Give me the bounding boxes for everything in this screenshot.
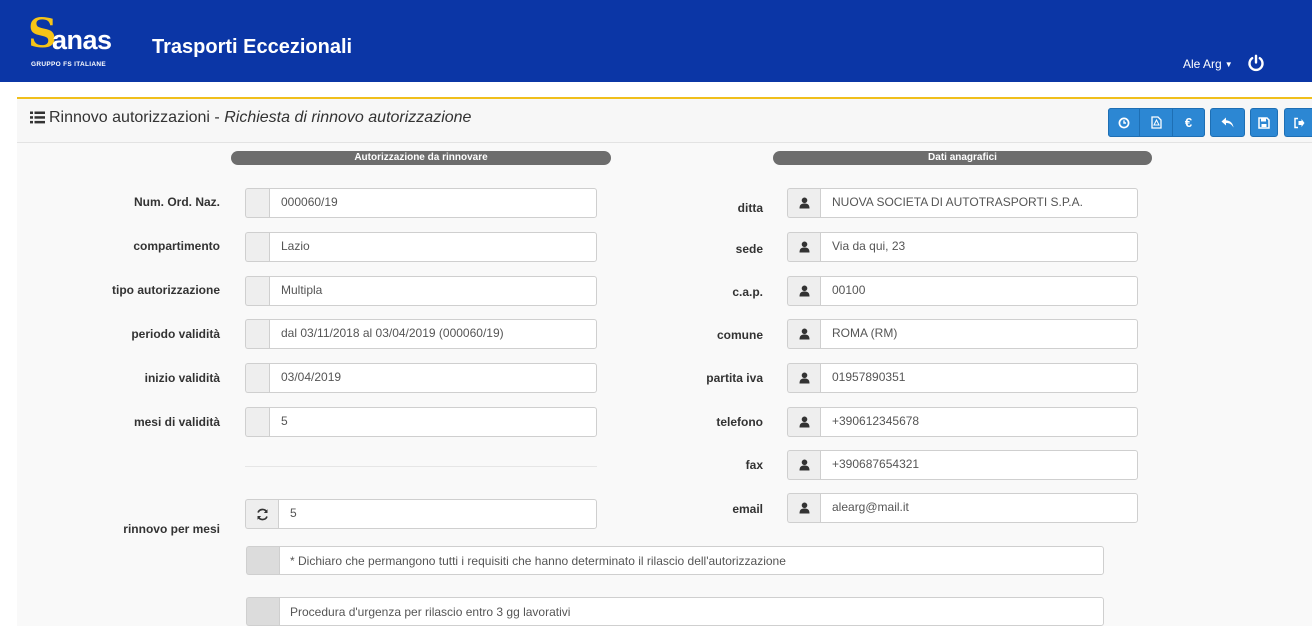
requirements-checkbox[interactable]	[246, 546, 279, 575]
power-icon[interactable]	[1247, 54, 1265, 72]
user-icon	[799, 372, 809, 384]
label-sede: sede	[735, 242, 763, 256]
field-addon	[245, 276, 269, 306]
pdf-button[interactable]	[1140, 108, 1172, 137]
field-addon	[245, 232, 269, 262]
page-subtitle: Richiesta di rinnovo autorizzazione	[224, 109, 472, 126]
ditta-field[interactable]: NUOVA SOCIETA DI AUTOTRASPORTI S.P.A.	[820, 188, 1138, 218]
fax-field[interactable]: +390687654321	[820, 450, 1138, 480]
anas-logo-subtitle: GRUPPO FS ITALIANE	[31, 61, 106, 68]
save-button[interactable]	[1250, 108, 1278, 137]
refresh-icon	[256, 508, 268, 520]
clock-icon	[1118, 117, 1130, 128]
user-icon	[799, 197, 809, 209]
label-mesi-validita: mesi di validità	[133, 415, 220, 429]
sign-out-icon	[1293, 117, 1304, 128]
user-addon	[787, 276, 820, 306]
reply-icon	[1221, 117, 1234, 128]
user-addon	[787, 493, 820, 523]
back-button[interactable]	[1210, 108, 1245, 137]
email-field[interactable]: alearg@mail.it	[820, 493, 1138, 523]
list-icon	[30, 111, 45, 124]
user-addon	[787, 450, 820, 480]
requirements-declaration: * Dichiaro che permangono tutti i requis…	[279, 546, 1104, 575]
user-icon	[799, 285, 809, 297]
divider	[245, 466, 597, 467]
logout-button[interactable]	[1284, 108, 1312, 137]
inizio-validita-field[interactable]: 03/04/2019	[269, 363, 597, 393]
partita-iva-field[interactable]: 01957890351	[820, 363, 1138, 393]
tipo-autorizzazione-field[interactable]: Multipla	[269, 276, 597, 306]
label-tipo-autorizzazione: tipo autorizzazione	[112, 283, 220, 297]
label-comune: comune	[716, 328, 763, 342]
label-cap: c.a.p.	[732, 285, 763, 299]
comune-field[interactable]: ROMA (RM)	[820, 319, 1138, 349]
label-num-ord-naz: Num. Ord. Naz.	[133, 195, 220, 209]
label-email: email	[732, 502, 763, 516]
periodo-validita-field[interactable]: dal 03/11/2018 al 03/04/2019 (000060/19)	[269, 319, 597, 349]
user-addon	[787, 232, 820, 262]
user-addon	[787, 363, 820, 393]
label-ditta: ditta	[737, 201, 763, 215]
user-addon	[787, 407, 820, 437]
mesi-validita-field[interactable]: 5	[269, 407, 597, 437]
anas-logo[interactable]: S anas GRUPPO FS ITALIANE	[28, 12, 128, 72]
sede-field[interactable]: Via da qui, 23	[820, 232, 1138, 262]
title-separator: -	[209, 109, 225, 126]
label-inizio-validita: inizio validità	[144, 371, 220, 385]
payment-button[interactable]: €	[1172, 108, 1205, 137]
user-icon	[799, 328, 809, 340]
user-icon	[799, 416, 809, 428]
caret-down-icon: ▼	[1224, 60, 1233, 69]
label-rinnovo-per-mesi: rinnovo per mesi	[123, 522, 220, 536]
app-title: Trasporti Eccezionali	[152, 36, 353, 58]
page-title: Rinnovo autorizzazioni - Richiesta di ri…	[30, 109, 471, 127]
urgent-procedure-checkbox[interactable]	[246, 597, 279, 626]
label-fax: fax	[745, 458, 763, 472]
refresh-addon[interactable]	[245, 499, 278, 529]
euro-icon: €	[1184, 115, 1193, 130]
urgent-procedure-label: Procedura d'urgenza per rilascio entro 3…	[279, 597, 1104, 626]
user-addon	[787, 319, 820, 349]
section-title-authorization: Autorizzazione da rinnovare	[231, 151, 611, 165]
section-title-personal-data: Dati anagrafici	[773, 151, 1152, 165]
label-periodo-validita: periodo validità	[131, 327, 220, 341]
telefono-field[interactable]: +390612345678	[820, 407, 1138, 437]
anas-logo-text: anas	[52, 25, 112, 55]
field-addon	[245, 407, 269, 437]
rinnovo-per-mesi-field[interactable]: 5	[278, 499, 597, 529]
compartimento-field[interactable]: Lazio	[269, 232, 597, 262]
cap-field[interactable]: 00100	[820, 276, 1138, 306]
page-section: Rinnovo autorizzazioni	[49, 109, 210, 126]
num-ord-naz-field[interactable]: 000060/19	[269, 188, 597, 218]
user-menu-dropdown[interactable]: Ale Arg ▼	[1183, 57, 1233, 71]
label-telefono: telefono	[716, 415, 763, 429]
user-name: Ale Arg	[1183, 57, 1222, 71]
save-icon	[1258, 116, 1270, 129]
pdf-icon	[1150, 116, 1162, 129]
label-partita-iva: partita iva	[706, 371, 763, 385]
user-icon	[799, 459, 809, 471]
field-addon	[245, 363, 269, 393]
top-navbar: S anas GRUPPO FS ITALIANE Trasporti Ecce…	[0, 0, 1312, 82]
field-addon	[245, 319, 269, 349]
user-icon	[799, 502, 809, 514]
field-addon	[245, 188, 269, 218]
user-addon	[787, 188, 820, 218]
label-compartimento: compartimento	[133, 239, 220, 253]
history-button[interactable]	[1108, 108, 1140, 137]
user-icon	[799, 241, 809, 253]
